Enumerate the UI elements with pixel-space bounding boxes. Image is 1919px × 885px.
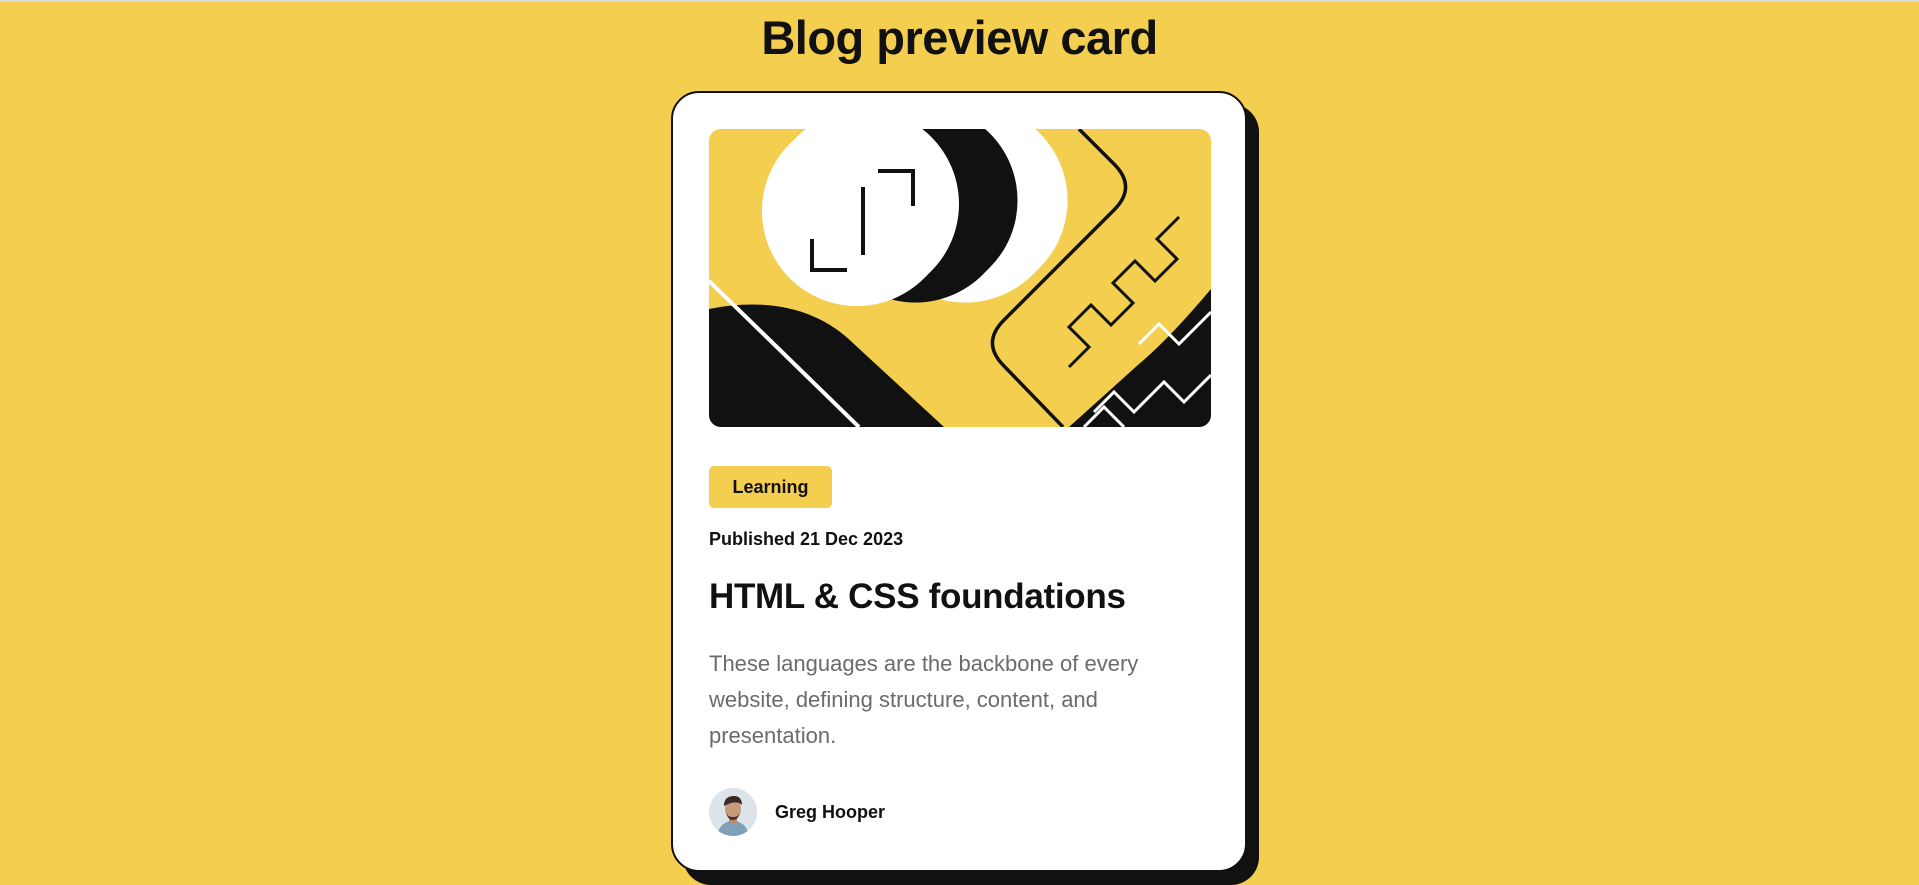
avatar (709, 788, 757, 836)
page-title: Blog preview card (761, 11, 1158, 64)
abstract-illustration-icon (709, 129, 1211, 427)
category-tag[interactable]: Learning (709, 466, 832, 508)
published-date: Published 21 Dec 2023 (709, 529, 904, 549)
post-excerpt: These languages are the backbone of ever… (709, 651, 1139, 748)
blog-card: Learning Published 21 Dec 2023 HTML & CS… (671, 91, 1247, 872)
author: Greg Hooper (709, 788, 885, 836)
post-title[interactable]: HTML & CSS foundations (709, 577, 1126, 617)
hero-illustration (709, 129, 1211, 427)
author-name[interactable]: Greg Hooper (775, 802, 885, 823)
avatar-portrait-icon (709, 788, 757, 836)
